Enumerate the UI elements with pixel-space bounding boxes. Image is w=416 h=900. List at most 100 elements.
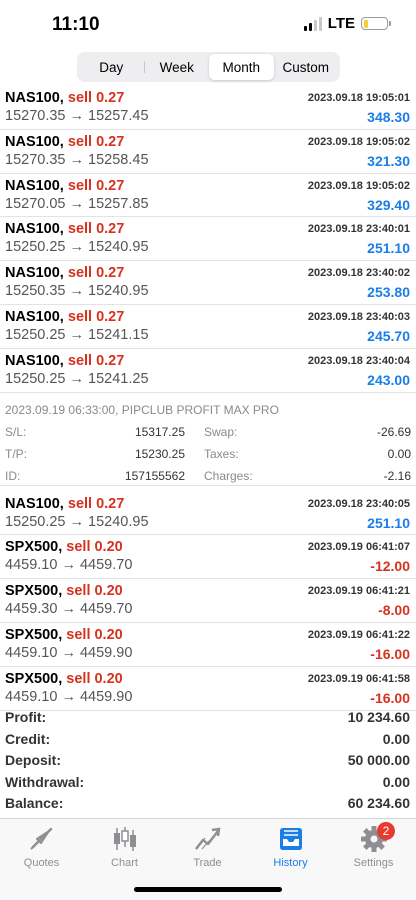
trade-date: 2023.09.18 19:05:02 (307, 135, 410, 148)
summary-row: Balance: 60 234.60 (0, 792, 416, 814)
tab-chart[interactable]: Chart (83, 825, 166, 869)
trade-symbol: NAS100, sell 0.27 (5, 134, 124, 150)
detail-value: -2.16 (383, 468, 411, 483)
trade-row[interactable]: SPX500, sell 0.20 4459.10 → 4459.70 2023.0… (0, 535, 416, 580)
tab-label: Chart (111, 857, 138, 869)
trade-prices: 15250.25 → 15240.95 (5, 239, 149, 256)
trade-symbol: SPX500, sell 0.20 (5, 671, 123, 687)
summary-label: Deposit: (5, 752, 61, 768)
segment-month[interactable]: Month (209, 54, 274, 80)
trade-row[interactable]: NAS100, sell 0.27 15270.05 → 15257.85 2023… (0, 174, 416, 218)
symbol-text: SPX500, (5, 539, 63, 556)
trade-prices: 15250.35 → 15240.95 (5, 283, 149, 300)
trade-row[interactable]: NAS100, sell 0.27 15250.25 → 15240.95 2023… (0, 217, 416, 262)
trade-comment: 2023.09.19 06:33:00, PIPCLUB PROFIT MAX … (5, 402, 279, 417)
trade-side: sell 0.27 (67, 308, 125, 325)
summary-row: Withdrawal: 0.00 (0, 771, 416, 793)
tab-trade[interactable]: Trade (166, 825, 249, 869)
trade-profit: -16.00 (370, 645, 410, 662)
trade-prices: 15250.25 → 15240.95 (5, 513, 149, 530)
tab-label: Settings (353, 857, 394, 869)
status-bar: 11:10 LTE (0, 0, 416, 50)
summary-label: Profit: (5, 709, 47, 725)
trade-side: sell 0.20 (66, 626, 123, 643)
segment-custom[interactable]: Custom (274, 54, 339, 80)
trade-date: 2023.09.18 23:40:02 (307, 267, 410, 280)
settings-badge: 2 (377, 822, 395, 840)
trade-date: 2023.09.18 23:40:04 (307, 354, 410, 367)
summary-label: Credit: (5, 730, 51, 747)
summary-value: 0.00 (382, 773, 410, 790)
summary-value: 50 000.00 (347, 752, 410, 768)
trade-details: 2023.09.19 06:33:00, PIPCLUB PROFIT MAX … (0, 393, 416, 486)
detail-value: 15230.25 (134, 446, 185, 461)
trade-row[interactable]: NAS100, sell 0.27 15250.25 → 15241.15 2023… (0, 305, 416, 349)
detail-label: Charges: (204, 468, 253, 483)
detail-value: 15317.25 (134, 424, 185, 439)
signal-icon (303, 16, 322, 31)
trade-symbol: SPX500, sell 0.20 (5, 539, 123, 555)
symbol-text: NAS100, (5, 90, 64, 106)
trade-row[interactable]: NAS100, sell 0.27 15270.35 → 15258.45 2023… (0, 130, 416, 174)
trade-row[interactable]: SPX500, sell 0.20 4459.10 → 4459.90 2023.0… (0, 667, 416, 711)
summary-label: Balance: (5, 795, 64, 811)
detail-value: 0.00 (387, 446, 411, 461)
trade-date: 2023.09.18 23:40:01 (307, 223, 410, 236)
trade-date: 2023.09.18 23:40:03 (307, 310, 410, 323)
trade-symbol: SPX500, sell 0.20 (5, 627, 123, 643)
symbol-text: NAS100, (5, 308, 64, 325)
trade-symbol: NAS100, sell 0.27 (5, 178, 124, 194)
trade-prices: 4459.10 → 4459.90 (5, 644, 133, 661)
symbol-text: NAS100, (5, 221, 64, 238)
trade-side: sell 0.27 (67, 133, 125, 150)
tab-history[interactable]: History (249, 825, 332, 869)
summary-row: Deposit: 50 000.00 (0, 749, 416, 771)
trade-profit: -12.00 (370, 558, 410, 575)
trade-side: sell 0.27 (67, 221, 125, 238)
symbol-text: NAS100, (5, 265, 64, 282)
tab-quotes[interactable]: Quotes (0, 825, 83, 869)
trade-prices: 15270.35 → 15257.45 (5, 108, 149, 124)
trade-prices: 15270.05 → 15257.85 (5, 195, 149, 212)
trade-prices: 4459.30 → 4459.70 (5, 601, 133, 618)
tab-label: Quotes (23, 857, 60, 869)
network-label: LTE (327, 15, 355, 32)
period-segmented-control: Day Week Month Custom (77, 52, 340, 82)
tab-settings[interactable]: 2 Settings (332, 822, 415, 869)
segment-week[interactable]: Week (145, 54, 210, 80)
trade-side: sell 0.27 (67, 177, 125, 194)
trade-row[interactable]: SPX500, sell 0.20 4459.30 → 4459.70 2023.0… (0, 579, 416, 623)
account-summary: Profit: 10 234.60 Credit: 0.00 Deposit: 50 00… (0, 706, 416, 814)
detail-row: ID: 157155562 Charges: -2.16 (5, 469, 411, 491)
trade-prices: 15250.25 → 15241.25 (5, 370, 149, 387)
battery-icon (361, 17, 391, 30)
segment-day[interactable]: Day (79, 54, 144, 80)
home-indicator (134, 887, 282, 892)
trade-symbol: NAS100, sell 0.27 (5, 221, 124, 237)
trade-side: sell 0.27 (67, 265, 125, 282)
trade-symbol: NAS100, sell 0.27 (5, 265, 124, 281)
trade-row[interactable]: NAS100, sell 0.27 15270.35 → 15257.45 2023… (0, 86, 416, 130)
trade-symbol: NAS100, sell 0.27 (5, 90, 124, 106)
trade-row[interactable]: NAS100, sell 0.27 15250.25 → 15240.95 2023… (0, 492, 416, 536)
status-indicators: LTE (303, 15, 391, 32)
trade-prices: 15270.35 → 15258.45 (5, 151, 149, 168)
symbol-text: NAS100, (5, 133, 64, 150)
trade-row[interactable]: SPX500, sell 0.20 4459.10 → 4459.90 2023.0… (0, 623, 416, 667)
trade-date: 2023.09.19 06:41:22 (307, 628, 410, 641)
trade-symbol: NAS100, sell 0.27 (5, 353, 124, 369)
trade-prices: 15250.25 → 15241.15 (5, 326, 149, 343)
symbol-text: NAS100, (5, 495, 64, 512)
summary-row: Profit: 10 234.60 (0, 706, 416, 728)
trade-row[interactable]: NAS100, sell 0.27 15250.35 → 15240.95 2023… (0, 261, 416, 305)
quotes-icon (29, 827, 52, 850)
trade-date: 2023.09.19 06:41:07 (307, 541, 410, 554)
trade-profit: -16.00 (370, 689, 410, 706)
trade-row[interactable]: NAS100, sell 0.27 15250.25 → 15241.25 2023… (0, 349, 416, 393)
trade-profit: 348.30 (367, 109, 410, 125)
trade-profit: 245.70 (367, 327, 410, 344)
trade-date: 2023.09.18 19:05:02 (307, 179, 410, 192)
detail-value: -26.69 (376, 424, 411, 439)
summary-value: 60 234.60 (347, 795, 410, 811)
trade-profit: -8.00 (378, 602, 410, 619)
